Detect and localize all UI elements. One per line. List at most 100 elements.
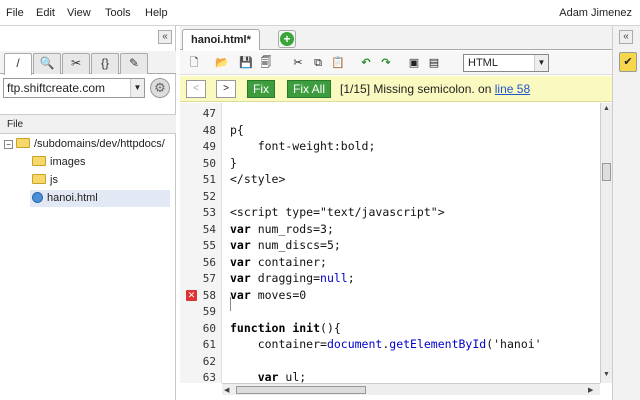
lint-icon[interactable]: ✔ [619, 52, 637, 72]
code-line[interactable]: 59 [180, 303, 600, 320]
horizontal-scrollbar[interactable]: ◀ ▶ [222, 383, 600, 395]
tab-symbols[interactable]: {} [91, 53, 119, 74]
user-name[interactable]: Adam Jimenez [559, 7, 632, 19]
tree-item-root[interactable]: −/subdomains/dev/httpdocs/ [4, 136, 165, 153]
main-area: hanoi.html* + 🗋 📂 💾 🗐 ✂ ⧉ 📋 ↶ ↷ ▣ ▤ HTML… [180, 26, 640, 400]
tab-notes[interactable]: ✎ [120, 53, 148, 74]
code-line[interactable]: 57 var dragging=null; [180, 270, 600, 287]
menu-edit[interactable]: Edit [36, 7, 55, 19]
line-number: 63 [202, 371, 216, 383]
site-select[interactable]: ftp.shiftcreate.com ▼ [3, 78, 145, 98]
html-file-icon [32, 192, 43, 203]
error-line-link[interactable]: line 58 [495, 82, 530, 96]
line-number: 53 [202, 206, 216, 219]
language-select-value: HTML [468, 57, 498, 69]
menu-help[interactable]: Help [145, 7, 168, 19]
collapse-left-button[interactable]: « [158, 30, 172, 44]
menu-file[interactable]: File [6, 7, 24, 19]
line-number: 57 [202, 272, 216, 285]
language-select[interactable]: HTML ▼ [463, 54, 549, 72]
editor-tab-bar: hanoi.html* + [180, 26, 612, 50]
code-line[interactable]: 48 p{ [180, 122, 600, 139]
code-line[interactable]: 62 [180, 353, 600, 370]
line-number: 56 [202, 255, 216, 269]
cut-icon[interactable]: ✂ [290, 55, 306, 71]
left-panel: « / 🔍 ✂ {} ✎ ftp.shiftcreate.com ▼ ⚙ Fil… [0, 26, 176, 400]
line-code: function init(){ [230, 320, 341, 335]
save-icon[interactable]: 💾 [238, 55, 254, 71]
code-line[interactable]: ✕ 58 var moves=0 [180, 287, 600, 304]
code-line[interactable]: 63 var ul; [180, 369, 600, 383]
tab-search[interactable]: 🔍 [33, 53, 61, 74]
code-line[interactable]: 52 [180, 188, 600, 205]
code-line[interactable]: 50} [180, 155, 600, 172]
folder-icon [32, 156, 46, 166]
line-number: 61 [202, 338, 216, 351]
collapse-right-button[interactable]: « [619, 30, 633, 44]
chevron-down-icon: ▼ [130, 79, 144, 97]
tree-item-hanoi-html[interactable]: hanoi.html [30, 190, 170, 207]
error-message: [1/15] Missing semicolon. on line 58 [340, 82, 531, 96]
line-code: font-weight:bold; [230, 139, 376, 153]
tab-snippets[interactable]: ✂ [62, 53, 90, 74]
text-cursor [230, 297, 231, 311]
prev-error-button[interactable]: < [186, 80, 206, 98]
add-tab-button[interactable]: + [278, 30, 296, 48]
preview-icon[interactable]: ▣ [406, 55, 422, 71]
vertical-scroll-thumb[interactable] [602, 163, 611, 181]
site-select-value: ftp.shiftcreate.com [7, 81, 106, 95]
undo-icon[interactable]: ↶ [358, 55, 374, 71]
scroll-up-icon[interactable]: ▲ [603, 105, 610, 112]
code-line[interactable]: 49 font-weight:bold; [180, 138, 600, 155]
code-line[interactable]: 54 var num_rods=3; [180, 221, 600, 238]
tab-files[interactable]: / [4, 53, 32, 75]
editor-toolbar: 🗋 📂 💾 🗐 ✂ ⧉ 📋 ↶ ↷ ▣ ▤ HTML ▼ [180, 51, 612, 75]
horizontal-scroll-thumb[interactable] [236, 386, 366, 394]
scroll-down-icon[interactable]: ▼ [603, 371, 610, 378]
tree-item-images[interactable]: images [32, 154, 85, 171]
line-number: 55 [202, 239, 216, 252]
code-line[interactable]: 53 <script type="text/javascript"> [180, 204, 600, 221]
redo-icon[interactable]: ↷ [378, 55, 394, 71]
menu-view[interactable]: View [67, 7, 91, 19]
fix-all-button[interactable]: Fix All [287, 80, 332, 98]
copy-icon[interactable]: ⧉ [310, 55, 326, 71]
line-code: var ul; [257, 370, 307, 383]
line-number: 54 [202, 222, 216, 236]
tree-item-js[interactable]: js [32, 172, 58, 189]
line-number: 50 [202, 156, 216, 170]
code-editor[interactable]: 47 48 p{49 font-weight:bold; 50} 51 </style> 5… [180, 103, 600, 383]
code-line[interactable]: 60 function init(){ [180, 320, 600, 337]
paste-icon[interactable]: 📋 [330, 55, 346, 71]
menu-bar: File Edit View Tools Help Adam Jimenez [0, 0, 640, 26]
new-file-icon[interactable]: 🗋 [186, 55, 202, 71]
file-tab[interactable]: hanoi.html* [182, 29, 260, 50]
right-panel: « ✔ [612, 26, 640, 400]
line-number: 47 [202, 107, 216, 120]
chevron-down-icon: ▼ [534, 55, 548, 71]
line-number: 48 [202, 123, 216, 137]
line-code: var container; [230, 254, 327, 269]
save-all-icon[interactable]: 🗐 [258, 55, 274, 71]
collapse-toggle-icon[interactable]: − [4, 140, 13, 149]
folder-icon [32, 174, 46, 184]
vertical-scrollbar[interactable]: ▲ ▼ [600, 103, 612, 383]
menu-tools[interactable]: Tools [105, 7, 131, 19]
open-icon[interactable]: 📂 [214, 55, 230, 71]
code-line[interactable]: 51 </style> [180, 171, 600, 188]
line-code: } [230, 155, 237, 170]
code-line[interactable]: 61 container=document.getElementById('ha… [180, 336, 600, 353]
code-line[interactable]: 56 var container; [180, 254, 600, 271]
code-line[interactable]: 55 var num_discs=5; [180, 237, 600, 254]
next-error-button[interactable]: > [216, 80, 236, 98]
error-bar: < > Fix Fix All [1/15] Missing semicolon… [180, 76, 612, 102]
line-code: container=document.getElementById('hanoi… [230, 337, 542, 351]
scroll-left-icon[interactable]: ◀ [224, 386, 229, 394]
toggle-panel-icon[interactable]: ▤ [426, 55, 442, 71]
code-line[interactable]: 47 [180, 105, 600, 122]
scroll-right-icon[interactable]: ▶ [588, 386, 593, 394]
line-number: 62 [202, 354, 216, 368]
gear-icon[interactable]: ⚙ [150, 78, 170, 98]
line-number: 60 [202, 321, 216, 335]
fix-button[interactable]: Fix [247, 80, 275, 98]
